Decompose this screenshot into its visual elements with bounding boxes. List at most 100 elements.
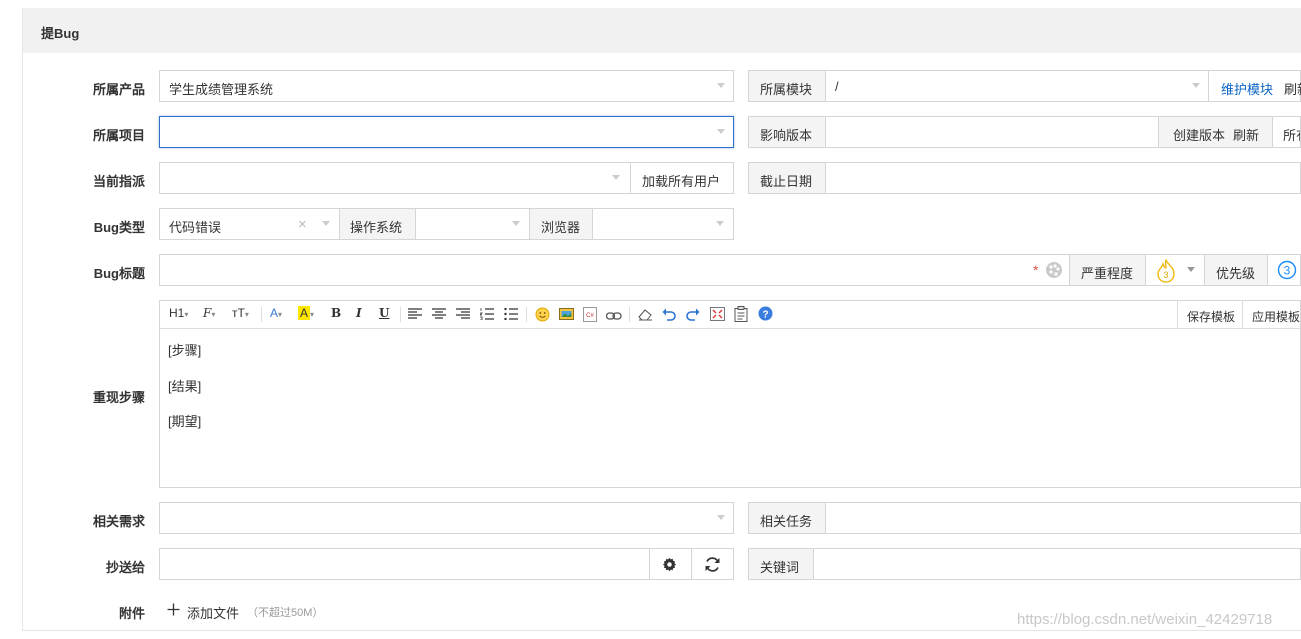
code-icon[interactable]: C#: [583, 307, 597, 325]
italic-button[interactable]: I: [356, 306, 362, 320]
severity-addon: 严重程度: [1069, 254, 1146, 286]
chevron-down-icon: [717, 515, 725, 520]
module-actions: 维护模块 刷新: [1208, 70, 1301, 102]
refresh-module-link[interactable]: 刷新: [1284, 79, 1301, 98]
clear-icon[interactable]: ×: [298, 216, 307, 233]
panel-header: 提Bug: [23, 8, 1301, 53]
svg-text:3: 3: [1284, 264, 1291, 278]
emoticon-icon[interactable]: [535, 307, 550, 325]
product-label: 所属产品: [92, 82, 145, 97]
fullscreen-icon[interactable]: [710, 307, 725, 324]
project-select[interactable]: [159, 116, 734, 148]
align-left-icon[interactable]: [408, 308, 422, 323]
story-label: 相关需求: [92, 514, 145, 529]
chevron-down-icon: [1187, 267, 1195, 272]
save-template-button[interactable]: 保存模板: [1177, 301, 1242, 328]
priority-badge: 3: [1277, 260, 1297, 283]
ordered-list-icon[interactable]: [479, 308, 494, 323]
svg-text:?: ?: [762, 310, 768, 321]
undo-icon[interactable]: [662, 307, 676, 324]
steps-line: [步骤]: [168, 343, 202, 358]
story-select[interactable]: [159, 502, 734, 534]
browser-addon: 浏览器: [529, 208, 593, 240]
keywords-input[interactable]: [813, 548, 1301, 580]
severity-flame-icon: 3: [1155, 258, 1177, 286]
page-title: 提Bug: [41, 26, 80, 41]
mailto-label: 抄送给: [105, 560, 145, 575]
product-value: 学生成绩管理系统: [169, 82, 274, 97]
chevron-down-icon: [322, 221, 330, 226]
task-select[interactable]: [825, 502, 1301, 534]
module-select[interactable]: /: [825, 70, 1209, 102]
link-icon[interactable]: [605, 309, 622, 324]
keywords-addon: 关键词: [748, 548, 814, 580]
build-all-toggle[interactable]: 所有: [1272, 116, 1301, 148]
toolbar-divider: [526, 307, 527, 322]
required-mark: *: [1033, 262, 1039, 278]
font-family-button[interactable]: F▾: [203, 306, 215, 320]
title-label: Bug标题: [93, 266, 145, 281]
module-value: /: [835, 79, 839, 94]
unordered-list-icon[interactable]: [504, 307, 518, 323]
chevron-down-icon: [512, 221, 520, 226]
toolbar-divider: [400, 307, 401, 322]
image-icon[interactable]: [559, 307, 575, 325]
deadline-input[interactable]: [825, 162, 1301, 194]
assign-label: 当前指派: [92, 174, 145, 189]
chevron-down-icon: [1192, 83, 1200, 88]
gear-icon: [662, 557, 677, 575]
font-size-button[interactable]: тT▾: [232, 306, 249, 320]
type-select[interactable]: 代码错误 ×: [159, 208, 340, 240]
svg-text:3: 3: [1163, 270, 1168, 280]
help-icon[interactable]: ?: [758, 306, 773, 324]
priority-addon: 优先级: [1204, 254, 1268, 286]
eraser-icon[interactable]: [638, 308, 653, 324]
severity-select[interactable]: 3: [1145, 254, 1205, 286]
os-select[interactable]: [415, 208, 530, 240]
align-right-icon[interactable]: [456, 308, 470, 323]
build-actions: 创建版本 刷新: [1158, 116, 1273, 148]
priority-select[interactable]: 3: [1267, 254, 1301, 286]
refresh-icon: [704, 556, 721, 576]
browser-select[interactable]: [592, 208, 734, 240]
add-file-button[interactable]: 添加文件 （不超过50M）: [167, 602, 347, 621]
result-line: [结果]: [168, 379, 202, 394]
steps-label: 重现步骤: [92, 390, 145, 405]
toolbar-divider: [629, 307, 630, 322]
deadline-addon: 截止日期: [748, 162, 826, 194]
align-center-icon[interactable]: [432, 308, 446, 323]
module-addon: 所属模块: [748, 70, 826, 102]
palette-icon[interactable]: [1045, 261, 1063, 282]
type-value: 代码错误: [169, 220, 222, 235]
steps-editor[interactable]: H1▾ F▾ тT▾ A▾ A ▾ B I U C# ? 保存模板 应用模板 [步…: [159, 300, 1301, 488]
font-color-button[interactable]: A▾: [270, 306, 282, 320]
underline-button[interactable]: U: [379, 306, 389, 320]
mailto-refresh-button[interactable]: [691, 548, 734, 580]
product-select[interactable]: 学生成绩管理系统: [159, 70, 734, 102]
files-label: 附件: [118, 606, 145, 621]
watermark: https://blog.csdn.net/weixin_42429718: [1017, 611, 1273, 628]
bold-button[interactable]: B: [331, 306, 341, 320]
create-build-link[interactable]: 创建版本: [1173, 125, 1225, 144]
load-all-users-button[interactable]: 加载所有用户: [630, 162, 734, 194]
source-icon[interactable]: [734, 306, 748, 325]
apply-template-button[interactable]: 应用模板: [1242, 301, 1301, 328]
editor-toolbar: H1▾ F▾ тT▾ A▾ A ▾ B I U C# ? 保存模板 应用模板: [160, 301, 1300, 329]
chevron-down-icon: [716, 221, 724, 226]
redo-icon[interactable]: [686, 307, 700, 324]
chevron-down-icon: [717, 129, 725, 134]
maintain-module-link[interactable]: 维护模块: [1221, 79, 1273, 98]
os-addon: 操作系统: [339, 208, 416, 240]
build-select[interactable]: [825, 116, 1159, 148]
assign-select[interactable]: [159, 162, 631, 194]
bug-title-input[interactable]: *: [159, 254, 1070, 286]
mailto-select[interactable]: [159, 548, 650, 580]
mailto-settings-button[interactable]: [649, 548, 692, 580]
chevron-down-icon: [717, 83, 725, 88]
background-color-button[interactable]: A ▾: [298, 306, 314, 320]
heading-button[interactable]: H1▾: [169, 306, 188, 320]
refresh-build-link[interactable]: 刷新: [1233, 125, 1259, 144]
plus-icon: [167, 603, 180, 619]
task-addon: 相关任务: [748, 502, 826, 534]
type-label: Bug类型: [93, 220, 145, 235]
